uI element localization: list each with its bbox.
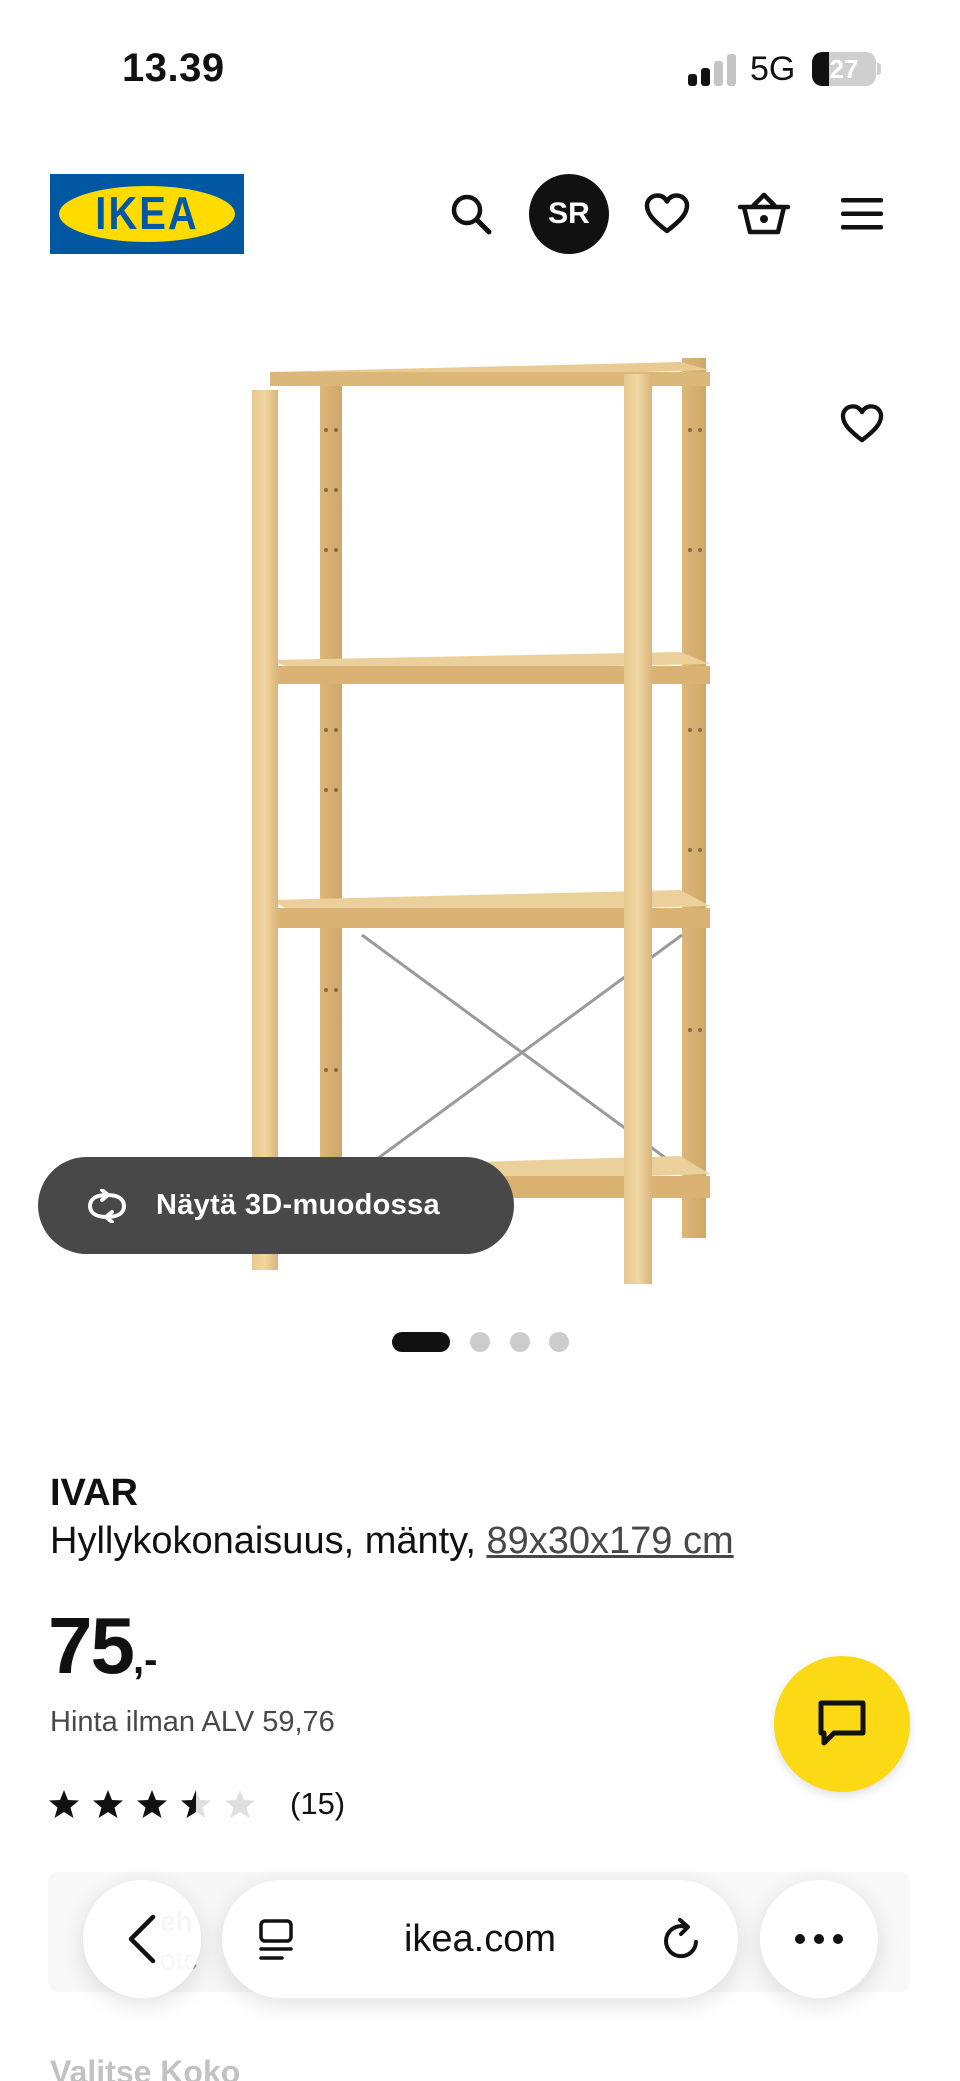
battery-percentage: 27 (829, 54, 859, 84)
product-name: IVAR (50, 1472, 138, 1514)
price-main: 75 (48, 1601, 135, 1690)
product-gallery[interactable]: Näytä 3D-muodossa (0, 320, 960, 1300)
ikea-logo[interactable]: IKEA (50, 174, 244, 254)
product-rating[interactable]: (15) (48, 1784, 345, 1824)
star-full-icon (93, 1790, 123, 1818)
cellular-signal-icon (688, 54, 738, 86)
logo-text: IKEA (95, 188, 199, 239)
search-icon[interactable] (431, 174, 511, 254)
back-button[interactable] (83, 1880, 201, 1998)
star-full-icon (49, 1790, 79, 1818)
price-suffix: ,- (132, 1638, 158, 1682)
more-dots-icon (795, 1934, 843, 1944)
product-description: Hyllykokonaisuus, mänty, 89x30x179 cm (50, 1520, 734, 1563)
browser-toolbar: ikea.com (0, 1880, 960, 2000)
heart-icon[interactable] (627, 174, 707, 254)
carousel-dot[interactable] (392, 1332, 450, 1352)
basket-icon[interactable] (724, 174, 804, 254)
rotate-3d-icon (88, 1188, 126, 1223)
more-options-button[interactable] (760, 1880, 878, 1998)
status-time: 13.39 (122, 46, 225, 90)
battery-icon: 27 (812, 52, 876, 86)
view-3d-label: Näytä 3D-muodossa (156, 1189, 440, 1221)
carousel-indicator (0, 1332, 960, 1352)
address-bar[interactable]: ikea.com (222, 1880, 738, 1998)
price-without-vat: Hinta ilman ALV 59,76 (50, 1706, 335, 1738)
chat-icon (818, 1700, 866, 1746)
view-3d-button[interactable]: Näytä 3D-muodossa (38, 1157, 514, 1254)
carousel-dot[interactable] (549, 1332, 569, 1352)
url-text: ikea.com (403, 1918, 557, 1960)
product-favorite-icon[interactable] (830, 392, 894, 456)
carousel-dot[interactable] (510, 1332, 530, 1352)
menu-icon[interactable] (822, 174, 902, 254)
product-price: 75,- (48, 1600, 157, 1692)
star-half-icon (181, 1790, 211, 1818)
review-count: (15) (290, 1786, 346, 1821)
reload-icon[interactable] (662, 1916, 704, 1962)
chevron-left-icon (128, 1914, 156, 1964)
product-size-link[interactable]: 89x30x179 cm (486, 1520, 733, 1562)
carousel-dot[interactable] (470, 1332, 490, 1352)
site-header: IKEA SR (0, 170, 960, 260)
status-bar: 13.39 5G 27 (0, 0, 960, 140)
product-description-text: Hyllykokonaisuus, mänty, (50, 1520, 476, 1562)
choose-size-heading: Valitse Koko (50, 2054, 241, 2081)
star-full-icon (137, 1790, 167, 1818)
chat-button[interactable] (774, 1656, 910, 1792)
network-type: 5G (750, 50, 796, 88)
battery-cap (877, 63, 881, 75)
star-empty-icon (225, 1790, 255, 1818)
logo-oval: IKEA (59, 186, 235, 242)
user-avatar[interactable]: SR (529, 174, 609, 254)
